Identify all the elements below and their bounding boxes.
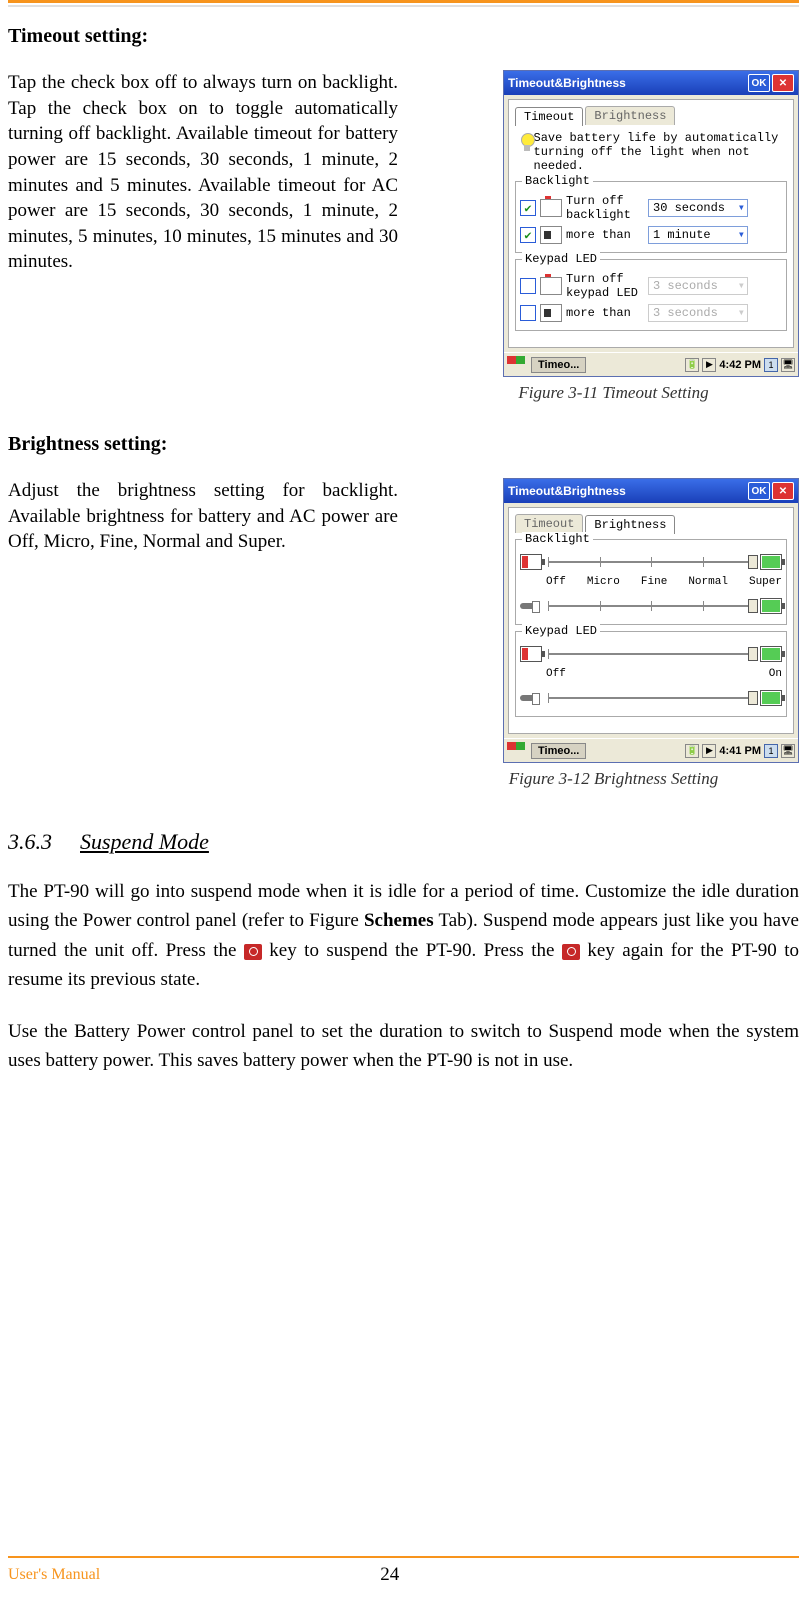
taskbar-app[interactable]: Timeo... (531, 357, 586, 373)
figure-caption-1: Figure 3-11 Timeout Setting (428, 383, 799, 403)
top-rule-grey (8, 5, 799, 7)
select-keypad-battery: 3 seconds (648, 277, 748, 295)
tray-icon[interactable]: ▶ (702, 744, 716, 758)
battery-full-icon (760, 598, 782, 614)
figure-caption-2: Figure 3-12 Brightness Setting (428, 769, 799, 789)
paragraph-suspend-1: The PT-90 will go into suspend mode when… (8, 877, 799, 995)
select-backlight-battery[interactable]: 30 seconds (648, 199, 748, 217)
battery-full-icon (760, 646, 782, 662)
checkbox-backlight-ac[interactable] (520, 227, 536, 243)
slider-keypad-battery[interactable] (548, 653, 754, 655)
checkbox-backlight-battery[interactable] (520, 200, 536, 216)
window-title: Timeout&Brightness (508, 76, 626, 90)
paragraph-timeout: Tap the check box off to always turn on … (8, 70, 398, 403)
power-key-icon (244, 944, 262, 960)
power-key-icon (562, 944, 580, 960)
top-rule-orange (8, 0, 799, 3)
tab-timeout[interactable]: Timeout (515, 107, 583, 126)
tray-icon[interactable]: ▶ (702, 358, 716, 372)
tray-icon[interactable]: 🔋 (685, 744, 699, 758)
battery-icon (520, 646, 542, 662)
checkbox-keypad-battery[interactable] (520, 278, 536, 294)
tray-desktop-icon[interactable]: 🖥 (781, 358, 795, 372)
tray-desktop-icon[interactable]: 🖥 (781, 744, 795, 758)
slider-scale-labels: OffOn (546, 668, 782, 680)
select-backlight-ac[interactable]: 1 minute (648, 226, 748, 244)
tray-number[interactable]: 1 (764, 744, 778, 758)
footer-rule (8, 1556, 799, 1558)
tray-icon[interactable]: 🔋 (685, 358, 699, 372)
plug-icon (540, 304, 562, 322)
tab-timeout[interactable]: Timeout (515, 514, 583, 533)
subsection-number: 3.6.3 (8, 829, 52, 855)
taskbar-app[interactable]: Timeo... (531, 743, 586, 759)
slider-scale-labels: OffMicroFineNormalSuper (546, 576, 782, 588)
label-turn-off-backlight: Turn offbacklight (566, 194, 644, 222)
slider-backlight-battery[interactable] (548, 561, 754, 563)
paragraph-suspend-2: Use the Battery Power control panel to s… (8, 1017, 799, 1076)
ok-button[interactable]: OK (748, 482, 770, 500)
label-turn-off-keypad: Turn offkeypad LED (566, 272, 644, 300)
slider-keypad-ac[interactable] (548, 697, 754, 699)
start-icon[interactable] (507, 742, 527, 760)
label-more-than: more than (566, 306, 644, 320)
group-backlight-title: Backlight (522, 174, 593, 188)
plug-icon (520, 690, 542, 706)
start-icon[interactable] (507, 356, 527, 374)
close-button[interactable]: ✕ (772, 482, 794, 500)
screenshot-timeout: Timeout&Brightness OK ✕ Timeout Brightne… (503, 70, 799, 377)
window-titlebar: Timeout&Brightness OK ✕ (504, 71, 798, 95)
heading-timeout: Timeout setting: (8, 25, 799, 48)
footer-label: User's Manual (8, 1566, 100, 1584)
ok-button[interactable]: OK (748, 74, 770, 92)
tray-number[interactable]: 1 (764, 358, 778, 372)
battery-icon (520, 554, 542, 570)
footer-page-number: 24 (380, 1564, 399, 1586)
select-keypad-ac: 3 seconds (648, 304, 748, 322)
hint-text: Save battery life by automatically turni… (534, 131, 787, 173)
battery-full-icon (760, 690, 782, 706)
bulb-icon (515, 131, 528, 157)
paragraph-brightness: Adjust the brightness setting for backli… (8, 478, 398, 789)
heading-brightness: Brightness setting: (8, 433, 799, 456)
battery-full-icon (760, 554, 782, 570)
window-title: Timeout&Brightness (508, 484, 626, 498)
group-keypad-title: Keypad LED (522, 252, 600, 266)
group-keypad-title: Keypad LED (522, 624, 600, 638)
battery-icon (540, 199, 562, 217)
taskbar-clock: 4:41 PM (719, 745, 761, 757)
close-button[interactable]: ✕ (772, 74, 794, 92)
tab-brightness[interactable]: Brightness (585, 106, 675, 125)
group-backlight-title: Backlight (522, 532, 593, 546)
plug-icon (540, 226, 562, 244)
battery-icon (540, 277, 562, 295)
label-more-than: more than (566, 228, 644, 242)
screenshot-brightness: Timeout&Brightness OK ✕ Timeout Brightne… (503, 478, 799, 763)
window-titlebar: Timeout&Brightness OK ✕ (504, 479, 798, 503)
checkbox-keypad-ac[interactable] (520, 305, 536, 321)
tab-brightness[interactable]: Brightness (585, 515, 675, 534)
taskbar-clock: 4:42 PM (719, 359, 761, 371)
subsection-title: Suspend Mode (80, 829, 209, 855)
slider-backlight-ac[interactable] (548, 605, 754, 607)
plug-icon (520, 598, 542, 614)
